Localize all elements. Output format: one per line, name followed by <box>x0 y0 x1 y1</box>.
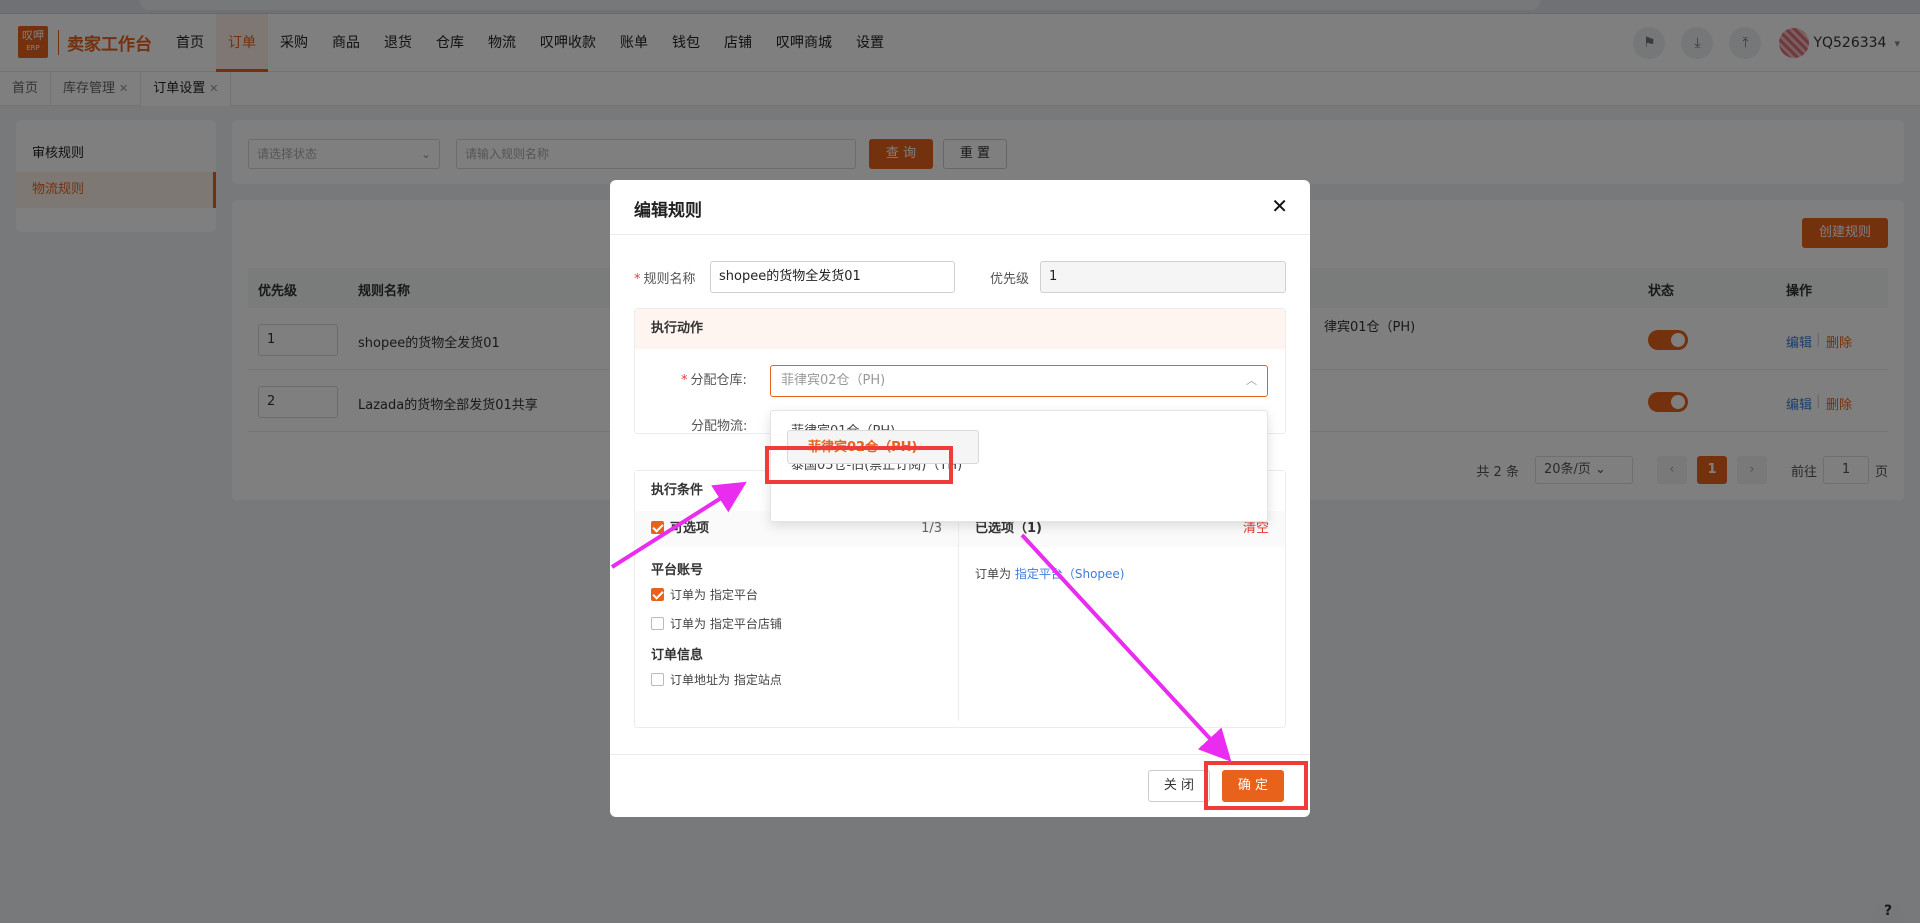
annotation-arrows <box>610 481 1232 762</box>
arrow-to-confirm <box>1020 533 1232 762</box>
arrow-to-option <box>610 481 747 569</box>
